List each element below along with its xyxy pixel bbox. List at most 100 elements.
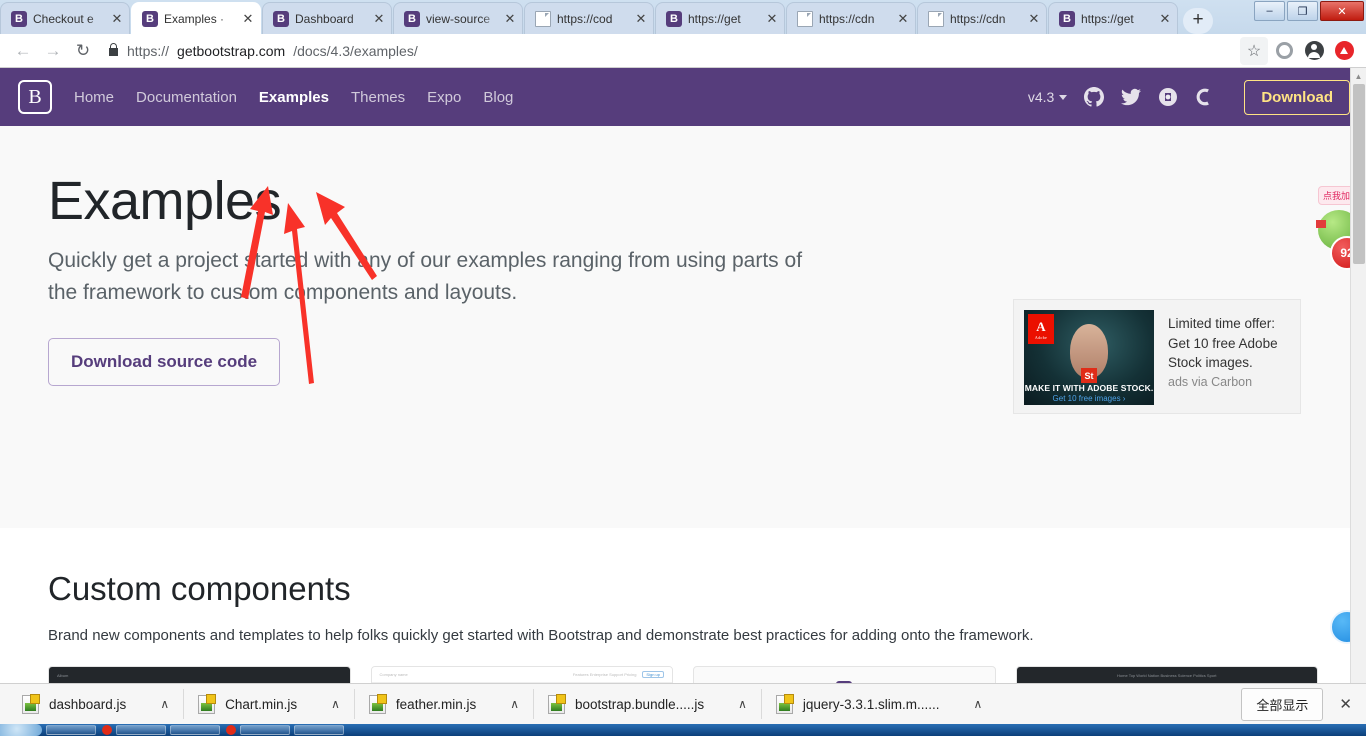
chevron-up-icon[interactable]: ∧: [331, 697, 340, 711]
close-icon[interactable]: ✕: [1339, 695, 1352, 713]
download-item[interactable]: bootstrap.bundle.....js ∧: [534, 689, 762, 719]
slack-icon[interactable]: [1158, 87, 1178, 107]
opencollective-icon[interactable]: [1195, 87, 1215, 107]
ad-via-label[interactable]: ads via Carbon: [1168, 375, 1278, 389]
bootstrap-icon: B: [1059, 10, 1075, 27]
download-item[interactable]: Chart.min.js ∧: [184, 689, 355, 719]
browser-tab[interactable]: B Dashboard ✕: [262, 2, 392, 34]
close-icon[interactable]: ✕: [633, 11, 649, 27]
window-close-button[interactable]: ✕: [1320, 1, 1364, 21]
taskbar-item[interactable]: [170, 725, 220, 735]
browser-tab[interactable]: B https://get ✕: [655, 2, 785, 34]
nav-item-themes[interactable]: Themes: [351, 89, 405, 106]
url-input[interactable]: https:// getbootstrap.com/docs/4.3/exampl…: [108, 37, 1234, 65]
card-brand-label: Album: [57, 672, 69, 678]
downloads-bar: dashboard.js ∧ Chart.min.js ∧ feather.mi…: [0, 683, 1366, 724]
browser-tab[interactable]: https://cdn ✕: [786, 2, 916, 34]
section-body: Brand new components and templates to he…: [48, 627, 1034, 644]
js-file-icon: [368, 693, 387, 714]
profile-icon[interactable]: [1300, 37, 1328, 65]
taskbar-item[interactable]: [240, 725, 290, 735]
nav-item-home[interactable]: Home: [74, 89, 114, 106]
taskbar-item[interactable]: [116, 725, 166, 735]
close-icon[interactable]: ✕: [109, 11, 125, 27]
card-nav-links: Features Enterprise Support Pricing: [572, 672, 637, 677]
download-source-code-button[interactable]: Download source code: [48, 338, 281, 387]
chevron-up-icon[interactable]: ∧: [510, 697, 519, 711]
start-button[interactable]: [0, 724, 42, 736]
download-filename: bootstrap.bundle.....js: [575, 696, 705, 712]
close-icon[interactable]: ✕: [1157, 11, 1173, 27]
windows-taskbar: [0, 724, 1366, 736]
taskbar-item[interactable]: [46, 725, 96, 735]
maximize-button[interactable]: ❐: [1287, 1, 1318, 21]
nav-item-blog[interactable]: Blog: [483, 89, 513, 106]
example-card-checkout[interactable]: B Checkout form Below is an example form…: [693, 666, 996, 683]
bootstrap-icon: B: [666, 10, 682, 27]
scrollbar-thumb[interactable]: [1353, 84, 1365, 264]
scroll-up-arrow-icon[interactable]: ▲: [1351, 68, 1366, 84]
carbon-ad-image[interactable]: A Adobe St MAKE IT WITH ADOBE STOCK. Get…: [1024, 310, 1154, 405]
browser-tab[interactable]: https://cdn ✕: [917, 2, 1047, 34]
card-signup-button[interactable]: Sign up: [642, 671, 664, 678]
nav-item-expo[interactable]: Expo: [427, 89, 461, 106]
example-card-blog[interactable]: Home Top World Nation Business Science P…: [1015, 666, 1318, 683]
carbon-ad[interactable]: A Adobe St MAKE IT WITH ADOBE STOCK. Get…: [1013, 299, 1301, 414]
download-item[interactable]: feather.min.js ∧: [355, 689, 535, 719]
close-icon[interactable]: ✕: [764, 11, 780, 27]
show-all-downloads-button[interactable]: 全部显示: [1241, 687, 1324, 721]
example-card-album[interactable]: Album Album example Something short and …: [48, 666, 351, 683]
tab-title: Dashboard: [295, 11, 354, 26]
page-scrollbar[interactable]: ▲: [1350, 68, 1366, 683]
close-icon[interactable]: ✕: [371, 11, 387, 27]
taskbar-item[interactable]: [226, 725, 236, 735]
download-item[interactable]: jquery-3.3.1.slim.m...... ∧: [762, 689, 996, 719]
ad-cta-link[interactable]: Get 10 free images ›: [1024, 394, 1154, 403]
reload-icon[interactable]: ↻: [68, 36, 98, 66]
js-file-icon: [775, 693, 794, 714]
document-icon: [535, 10, 551, 27]
tab-title: https://get: [1081, 11, 1134, 26]
browser-tab[interactable]: https://cod ✕: [524, 2, 654, 34]
browser-tab[interactable]: B Checkout e ✕: [0, 2, 130, 34]
close-icon[interactable]: ✕: [1026, 11, 1042, 27]
close-icon[interactable]: ✕: [502, 11, 518, 27]
browser-tab[interactable]: B https://get ✕: [1048, 2, 1178, 34]
new-tab-button[interactable]: +: [1183, 8, 1213, 34]
document-icon: [797, 10, 813, 27]
star-icon[interactable]: ☆: [1240, 36, 1268, 65]
card-navbar: Album: [49, 667, 350, 683]
tab-title: Checkout e: [33, 11, 94, 26]
window-controls: – ❐ ✕: [1254, 1, 1364, 21]
chevron-up-icon[interactable]: ∧: [738, 697, 747, 711]
url-host: getbootstrap.com: [177, 42, 286, 59]
nav-item-documentation[interactable]: Documentation: [136, 89, 237, 106]
download-button[interactable]: Download: [1244, 79, 1350, 115]
circle-icon[interactable]: [1270, 37, 1298, 65]
minimize-button[interactable]: –: [1254, 1, 1285, 21]
download-item[interactable]: dashboard.js ∧: [8, 689, 185, 719]
browser-tab-active[interactable]: B Examples · ✕: [131, 2, 261, 34]
extension-icon[interactable]: [1330, 37, 1358, 65]
back-icon[interactable]: ←: [8, 36, 38, 66]
taskbar-item[interactable]: [102, 725, 112, 735]
twitter-icon[interactable]: [1121, 87, 1142, 107]
example-card-pricing[interactable]: Company name Features Enterprise Support…: [370, 666, 673, 683]
taskbar-item[interactable]: [294, 725, 344, 735]
chevron-up-icon[interactable]: ∧: [160, 697, 169, 711]
nav-item-examples[interactable]: Examples: [259, 89, 329, 106]
page-viewport: B Home Documentation Examples Themes Exp…: [0, 68, 1366, 683]
chevron-up-icon[interactable]: ∧: [973, 697, 982, 711]
close-icon[interactable]: ✕: [895, 11, 911, 27]
bootstrap-logo[interactable]: B: [18, 80, 52, 114]
site-nav-links: Home Documentation Examples Themes Expo …: [74, 89, 513, 106]
adobe-stock-mark: St: [1081, 368, 1097, 383]
browser-tab[interactable]: B view-source ✕: [393, 2, 523, 34]
version-dropdown[interactable]: v4.3: [1028, 89, 1068, 105]
github-icon[interactable]: [1084, 87, 1105, 107]
site-navbar: B Home Documentation Examples Themes Exp…: [0, 68, 1366, 126]
download-filename: feather.min.js: [395, 696, 477, 712]
accelerator-flag-icon: [1316, 220, 1326, 228]
close-icon[interactable]: ✕: [240, 11, 256, 27]
forward-icon[interactable]: →: [38, 36, 68, 66]
